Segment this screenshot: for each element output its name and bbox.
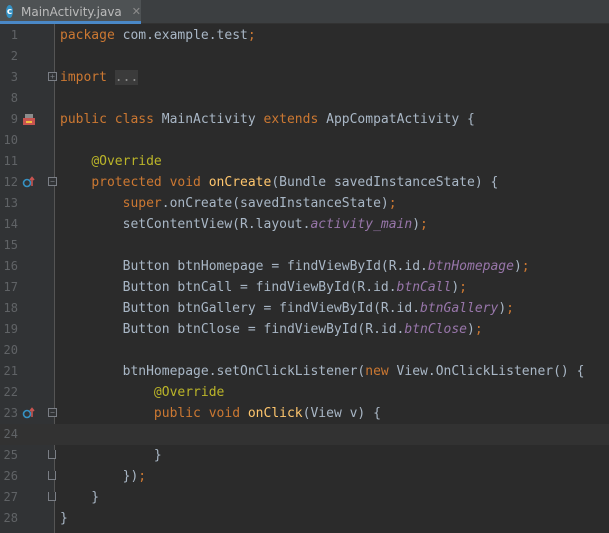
code-text: @Override [153,385,225,400]
code-text: @Override [91,154,162,169]
code-line[interactable]: 17 Button btnCall = findViewById(R.id.bt… [0,277,609,298]
code-line[interactable]: 24 [0,424,609,445]
code-line[interactable]: 13 super.onCreate(savedInstanceState); [0,193,609,214]
line-number: 16 [3,259,18,273]
code-line[interactable]: 22 @Override [0,382,609,403]
code-text: public void onClick(View v) { [153,406,381,421]
code-text: public class MainActivity extends AppCom… [60,112,475,127]
code-text: } [60,490,100,505]
line-number: 21 [3,364,18,378]
code-line[interactable]: 28} [0,508,609,529]
fold-end-icon[interactable] [48,450,56,459]
code-line[interactable]: 19 Button btnClose = findViewById(R.id.b… [0,319,609,340]
collapse-fold-icon[interactable]: − [48,408,57,417]
line-number: 9 [10,112,18,126]
java-class-icon: c [6,5,13,18]
code-text: Button btnClose = findViewById(R.id.btnC… [60,322,483,337]
override-method-icon[interactable] [22,406,36,420]
code-line[interactable]: 1 package com.example.test; [0,25,609,46]
code-text: package com.example.test; [60,28,256,43]
code-line[interactable]: 16 Button btnHomepage = findViewById(R.i… [0,256,609,277]
line-number: 27 [3,490,18,504]
code-text: protected void onCreate(Bundle savedInst… [91,175,499,190]
line-number: 28 [3,511,18,525]
expand-fold-icon[interactable]: + [48,72,57,81]
code-line[interactable]: 2 [0,46,609,67]
collapse-fold-icon[interactable]: − [48,177,57,186]
code-line[interactable]: 15 [0,235,609,256]
override-method-icon[interactable] [22,175,36,189]
code-line[interactable]: 9 public class MainActivity extends AppCo… [0,109,609,130]
code-text: Button btnCall = findViewById(R.id.btnCa… [60,280,467,295]
code-line[interactable]: 12 − protected void onCreate(Bundle saved… [0,172,609,193]
code-line[interactable]: 20 [0,340,609,361]
tab-title: MainActivity.java [21,4,122,19]
line-number: 17 [3,280,18,294]
line-number: 11 [3,154,18,168]
code-line[interactable]: 21 btnHomepage.setOnClickListener(new Vi… [0,361,609,382]
line-number: 24 [3,427,18,441]
code-line[interactable]: 27 } [0,487,609,508]
code-line[interactable]: 8 [0,88,609,109]
code-text: btnHomepage.setOnClickListener(new View.… [60,364,585,379]
code-line[interactable]: 25 } [0,445,609,466]
line-number: 3 [10,70,18,84]
line-number: 1 [10,28,18,42]
code-editor[interactable]: 1 package com.example.test; 2 3 + import ... 8… [0,24,609,533]
code-line[interactable]: 10 [0,130,609,151]
android-activity-icon[interactable] [22,112,36,126]
code-line[interactable]: 23 − public void onClick(View v) { [0,403,609,424]
line-number: 18 [3,301,18,315]
code-text: Button btnHomepage = findViewById(R.id.b… [60,259,530,274]
line-number: 25 [3,448,18,462]
line-number: 19 [3,322,18,336]
code-line[interactable]: 11 @Override [0,151,609,172]
code-line[interactable]: 14 setContentView(R.layout.activity_main… [0,214,609,235]
line-number: 20 [3,343,18,357]
fold-end-icon[interactable] [48,471,56,480]
tab-main-activity[interactable]: c MainActivity.java ✕ [0,0,141,24]
code-text: import ... [60,70,139,85]
code-line[interactable]: 26 }); [0,466,609,487]
line-number: 15 [3,238,18,252]
code-text: Button btnGallery = findViewById(R.id.bt… [60,301,514,316]
code-line[interactable]: 18 Button btnGallery = findViewById(R.id… [0,298,609,319]
code-text: } [60,448,162,463]
code-line[interactable]: 3 + import ... [0,67,609,88]
code-text: }); [60,469,147,484]
code-text: super.onCreate(savedInstanceState); [122,196,397,211]
line-number: 2 [10,49,18,63]
line-number: 10 [3,133,18,147]
code-text: setContentView(R.layout.activity_main); [60,217,428,232]
close-tab-icon[interactable]: ✕ [132,5,141,18]
line-number: 13 [3,196,18,210]
line-number: 12 [3,175,18,189]
line-number: 26 [3,469,18,483]
line-number: 23 [3,406,18,420]
code-text: } [60,511,68,526]
fold-end-icon[interactable] [48,492,56,501]
line-number: 14 [3,217,18,231]
editor-tab-bar: c MainActivity.java ✕ [0,0,609,24]
line-number: 8 [10,91,18,105]
line-number: 22 [3,385,18,399]
